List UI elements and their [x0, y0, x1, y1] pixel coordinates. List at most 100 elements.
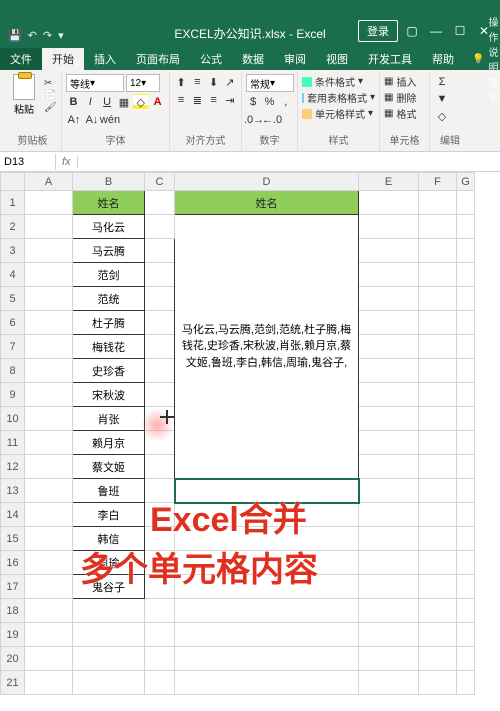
comma-icon[interactable]: , — [279, 94, 293, 110]
login-button[interactable]: 登录 — [358, 20, 398, 42]
cell[interactable] — [359, 383, 419, 407]
font-size-select[interactable]: 12 ▾ — [126, 74, 160, 92]
cell[interactable]: 周瑜 — [73, 551, 145, 575]
col-header-A[interactable]: A — [25, 173, 73, 191]
cell[interactable] — [73, 623, 145, 647]
cell[interactable] — [419, 647, 457, 671]
row-header[interactable]: 16 — [1, 551, 25, 575]
cell[interactable] — [25, 503, 73, 527]
cell[interactable] — [419, 287, 457, 311]
font-color-button[interactable]: A — [150, 94, 165, 110]
cell[interactable] — [359, 191, 419, 215]
cell[interactable] — [25, 431, 73, 455]
cell[interactable] — [419, 359, 457, 383]
cell[interactable] — [457, 383, 475, 407]
cell[interactable]: 肖张 — [73, 407, 145, 431]
cell[interactable] — [145, 311, 175, 335]
cell[interactable] — [25, 551, 73, 575]
cell[interactable] — [25, 407, 73, 431]
col-header-E[interactable]: E — [359, 173, 419, 191]
cell[interactable] — [419, 191, 457, 215]
cell[interactable] — [25, 527, 73, 551]
worksheet[interactable]: A B C D E F G 1 姓名 姓名 2马化云 马化云,马云腾,范剑,范统… — [0, 172, 500, 695]
cell[interactable] — [25, 383, 73, 407]
cell[interactable] — [457, 311, 475, 335]
row-header[interactable]: 7 — [1, 335, 25, 359]
tab-help[interactable]: 帮助 — [422, 48, 464, 70]
cell[interactable] — [457, 551, 475, 575]
minimize-icon[interactable]: — — [426, 24, 446, 38]
row-header[interactable]: 15 — [1, 527, 25, 551]
cell[interactable] — [175, 671, 359, 695]
cell[interactable] — [419, 383, 457, 407]
cell[interactable] — [359, 575, 419, 599]
grid[interactable]: A B C D E F G 1 姓名 姓名 2马化云 马化云,马云腾,范剑,范统… — [0, 172, 475, 695]
format-cells-button[interactable]: ▦ 格式 — [384, 106, 425, 121]
cell[interactable] — [457, 239, 475, 263]
cell-D13-selected[interactable] — [175, 479, 359, 503]
cell[interactable] — [359, 431, 419, 455]
cell[interactable]: 马化云 — [73, 215, 145, 239]
percent-icon[interactable]: % — [262, 94, 276, 110]
cell[interactable] — [73, 647, 145, 671]
cell[interactable] — [25, 359, 73, 383]
cell[interactable] — [419, 431, 457, 455]
cell[interactable] — [457, 455, 475, 479]
tab-data[interactable]: 数据 — [232, 48, 274, 70]
cell[interactable] — [145, 623, 175, 647]
cell[interactable] — [25, 191, 73, 215]
cell[interactable] — [359, 623, 419, 647]
cell[interactable] — [145, 191, 175, 215]
cell[interactable] — [145, 575, 175, 599]
cell[interactable] — [145, 431, 175, 455]
cell[interactable] — [145, 407, 175, 431]
undo-icon[interactable]: ↶ — [28, 29, 37, 42]
cell[interactable] — [359, 407, 419, 431]
row-header[interactable]: 13 — [1, 479, 25, 503]
cell[interactable] — [419, 503, 457, 527]
cell[interactable] — [145, 455, 175, 479]
italic-button[interactable]: I — [83, 94, 98, 110]
cell[interactable] — [145, 239, 175, 263]
row-header[interactable]: 4 — [1, 263, 25, 287]
cell-B1-header[interactable]: 姓名 — [73, 191, 145, 215]
cell[interactable] — [419, 575, 457, 599]
row-header[interactable]: 8 — [1, 359, 25, 383]
increase-font-icon[interactable]: A↑ — [66, 112, 82, 128]
tab-layout[interactable]: 页面布局 — [126, 48, 190, 70]
cell[interactable] — [145, 383, 175, 407]
align-left-icon[interactable]: ≡ — [174, 92, 188, 108]
fill-icon[interactable]: ▼ — [434, 91, 450, 107]
cell[interactable] — [25, 263, 73, 287]
orientation-icon[interactable]: ↗ — [223, 74, 237, 90]
cell[interactable] — [175, 647, 359, 671]
font-name-select[interactable]: 等线 ▾ — [66, 74, 124, 92]
cell[interactable] — [25, 599, 73, 623]
row-header[interactable]: 9 — [1, 383, 25, 407]
conditional-format-button[interactable]: 条件格式 ▾ — [302, 74, 375, 89]
col-header-F[interactable]: F — [419, 173, 457, 191]
fx-icon[interactable]: fx — [56, 156, 78, 168]
cell[interactable] — [359, 335, 419, 359]
cell[interactable] — [359, 239, 419, 263]
row-header[interactable]: 5 — [1, 287, 25, 311]
tab-file[interactable]: 文件 — [0, 48, 42, 70]
cell[interactable] — [25, 311, 73, 335]
tab-home[interactable]: 开始 — [42, 48, 84, 70]
cell[interactable] — [419, 263, 457, 287]
cell[interactable]: 史珍香 — [73, 359, 145, 383]
decrease-decimal-icon[interactable]: ←.0 — [264, 112, 280, 128]
row-header[interactable]: 20 — [1, 647, 25, 671]
name-box[interactable]: D13 — [0, 154, 56, 170]
cell[interactable] — [359, 455, 419, 479]
cell[interactable] — [145, 479, 175, 503]
cell[interactable] — [25, 239, 73, 263]
format-painter-icon[interactable]: 🖌 — [44, 102, 57, 113]
row-header[interactable]: 1 — [1, 191, 25, 215]
cell[interactable]: 梅钱花 — [73, 335, 145, 359]
cell[interactable]: 范剑 — [73, 263, 145, 287]
tab-insert[interactable]: 插入 — [84, 48, 126, 70]
cell[interactable] — [25, 575, 73, 599]
cell[interactable] — [457, 407, 475, 431]
cell[interactable] — [25, 623, 73, 647]
